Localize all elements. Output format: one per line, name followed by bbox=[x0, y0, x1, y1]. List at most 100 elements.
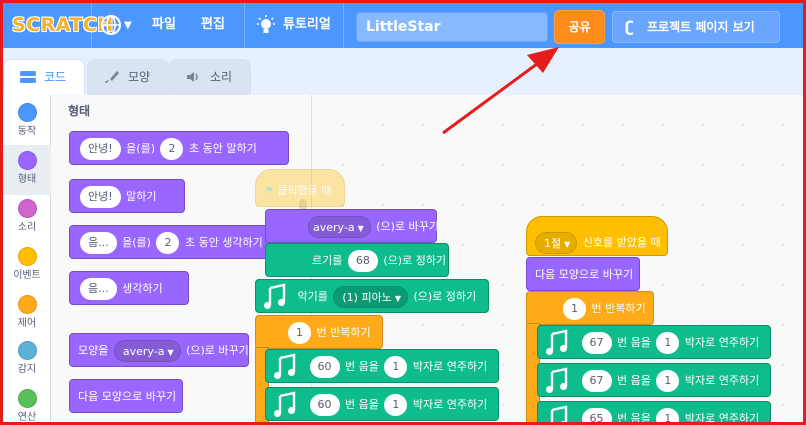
think-text-input[interactable]: 음... bbox=[80, 232, 117, 254]
play-note-block[interactable]: 60 번 음을 1 박자로 연주하기 bbox=[265, 387, 499, 421]
share-button[interactable]: 공유 bbox=[555, 11, 604, 43]
secs-input[interactable]: 2 bbox=[156, 232, 180, 254]
category-operators[interactable]: 연산 bbox=[3, 383, 51, 423]
tutorials-menu[interactable]: 튜토리얼 bbox=[283, 16, 331, 34]
beats-input[interactable]: 1 bbox=[384, 394, 408, 416]
repeat-count-input[interactable]: 1 bbox=[288, 322, 311, 344]
beats-input[interactable]: 1 bbox=[656, 332, 680, 354]
category-control[interactable]: 제어 bbox=[3, 289, 51, 339]
block-text: 신호를 받았을 때 bbox=[582, 236, 661, 249]
chevron-down-icon: ▼ bbox=[167, 348, 174, 357]
beats-input[interactable]: 1 bbox=[656, 408, 680, 422]
costume-dropdown-value: avery-a bbox=[313, 221, 355, 234]
palette-section-title: 형태 bbox=[68, 104, 91, 118]
say-for-secs-block[interactable]: 안녕! 을(를) 2 초 동안 말하기 bbox=[69, 131, 289, 165]
tempo-input[interactable]: 68 bbox=[347, 250, 378, 272]
play-note-block[interactable]: 65 번 음을 1 박자로 연주하기 bbox=[537, 401, 771, 425]
tab-costumes-label: 모양 bbox=[128, 70, 151, 84]
when-broadcast-received-block[interactable]: 1절 ▼ 신호를 받았을 때 bbox=[526, 216, 668, 256]
category-label: 연산 bbox=[17, 412, 37, 423]
scratch-logo[interactable]: SCRATCH bbox=[12, 13, 114, 37]
think-for-secs-block[interactable]: 음... 을(를) 2 초 동안 생각하기 bbox=[69, 225, 291, 259]
project-title-input[interactable]: LittleStar bbox=[356, 12, 548, 42]
think-block[interactable]: 음... 생각하기 bbox=[69, 271, 189, 305]
block-text: (으)로 정하기 bbox=[383, 254, 447, 267]
beats-input[interactable]: 1 bbox=[656, 370, 680, 392]
block-text: 악기를 bbox=[297, 290, 328, 303]
tab-costumes[interactable]: 모양 bbox=[87, 59, 169, 95]
say-text-input[interactable]: 안녕! bbox=[80, 138, 121, 160]
note-input[interactable]: 67 bbox=[581, 332, 612, 354]
block-text: 모양을 bbox=[78, 344, 109, 357]
category-label: 소리 bbox=[17, 222, 37, 233]
note-input[interactable]: 67 bbox=[581, 370, 612, 392]
category-label: 형태 bbox=[17, 174, 37, 185]
switch-costume-block[interactable]: 모양을 avery-a ▼ (으)로 바꾸기 bbox=[69, 333, 249, 367]
block-text: 클릭했을 때 bbox=[277, 184, 332, 197]
when-flag-clicked-block[interactable]: ⚑ 클릭했을 때 bbox=[255, 169, 345, 207]
chevron-down-icon: ▼ bbox=[357, 224, 364, 233]
chevron-down-icon: ▼ bbox=[124, 20, 132, 31]
think-text-input[interactable]: 음... bbox=[80, 278, 117, 300]
file-menu[interactable]: 파일 bbox=[152, 16, 176, 34]
category-events[interactable]: 이벤트 bbox=[3, 241, 51, 291]
switch-costume-block[interactable]: avery-a ▼ (으)로 바꾸기 bbox=[265, 209, 439, 243]
tab-code[interactable]: 코드 bbox=[3, 59, 85, 96]
play-note-block[interactable]: 67 번 음을 1 박자로 연주하기 bbox=[537, 363, 771, 397]
block-text: 박자로 연주하기 bbox=[684, 374, 760, 387]
block-text: (으)로 바꾸기 bbox=[376, 220, 439, 233]
beats-input[interactable]: 1 bbox=[384, 356, 408, 378]
language-menu[interactable]: ▼ bbox=[100, 14, 138, 38]
block-text: 을(를) bbox=[122, 236, 151, 249]
say-text-input[interactable]: 안녕! bbox=[80, 186, 121, 208]
block-text: 박자로 연주하기 bbox=[684, 336, 760, 349]
scratch-editor-window: SCRATCH ▼ 파일 편집 튜토리얼 LittleStar 공유 ʗ 프로젝… bbox=[0, 0, 806, 425]
block-text: 생각하기 bbox=[122, 282, 163, 295]
tab-code-label: 코드 bbox=[44, 70, 67, 84]
repeat-block[interactable]: 1 번 반복하기 bbox=[526, 291, 654, 325]
repeat-block[interactable]: 1 번 반복하기 bbox=[255, 315, 383, 349]
note-input[interactable]: 60 bbox=[309, 356, 340, 378]
see-project-page-button[interactable]: ʗ 프로젝트 페이지 보기 bbox=[612, 11, 780, 43]
category-color-dot bbox=[18, 199, 37, 218]
costume-dropdown[interactable]: avery-a ▼ bbox=[113, 340, 181, 362]
menu-divider bbox=[91, 3, 92, 48]
block-text: 번 음을 bbox=[617, 336, 651, 349]
category-label: 감지 bbox=[17, 364, 37, 375]
say-block[interactable]: 안녕! 말하기 bbox=[69, 179, 185, 213]
block-text: 번 음을 bbox=[617, 374, 651, 387]
category-label: 제어 bbox=[17, 318, 37, 329]
costume-dropdown[interactable]: avery-a ▼ bbox=[308, 216, 371, 238]
category-looks[interactable]: 형태 bbox=[3, 145, 51, 195]
broadcast-dropdown[interactable]: 1절 ▼ bbox=[535, 232, 578, 254]
instrument-dropdown[interactable]: (1) 피아노 ▼ bbox=[333, 286, 408, 308]
block-text: 번 음을 bbox=[345, 360, 379, 373]
note-input[interactable]: 60 bbox=[309, 394, 340, 416]
next-costume-block[interactable]: 다음 모양으로 바꾸기 bbox=[69, 379, 183, 413]
play-note-block[interactable]: 60 번 음을 1 박자로 연주하기 bbox=[265, 349, 499, 383]
instrument-dropdown-value: (1) 피아노 bbox=[342, 291, 392, 304]
category-color-dot bbox=[18, 247, 37, 266]
repeat-count-input[interactable]: 1 bbox=[563, 298, 586, 320]
category-sound[interactable]: 소리 bbox=[3, 193, 51, 243]
block-text: 박자로 연주하기 bbox=[412, 360, 488, 373]
block-text: 말하기 bbox=[126, 190, 157, 203]
block-text: 번 음을 bbox=[617, 412, 651, 425]
code-icon bbox=[20, 71, 36, 83]
tab-sounds[interactable]: 소리 bbox=[169, 59, 251, 95]
block-text: 르기를 bbox=[312, 254, 343, 267]
edit-menu[interactable]: 편집 bbox=[201, 16, 225, 34]
category-sensing[interactable]: 감지 bbox=[3, 335, 51, 385]
category-motion[interactable]: 동작 bbox=[3, 97, 51, 147]
category-label: 동작 bbox=[17, 126, 37, 137]
note-input[interactable]: 65 bbox=[581, 408, 612, 422]
set-instrument-block[interactable]: 악기를 (1) 피아노 ▼ (으)로 정하기 bbox=[255, 279, 489, 313]
secs-input[interactable]: 2 bbox=[160, 138, 184, 160]
next-costume-block[interactable]: 다음 모양으로 바꾸기 bbox=[526, 257, 640, 291]
costume-dropdown-value: avery-a bbox=[122, 345, 165, 358]
block-text: 초 동안 생각하기 bbox=[184, 236, 263, 249]
music-note-icon bbox=[264, 283, 286, 309]
play-note-block[interactable]: 67 번 음을 1 박자로 연주하기 bbox=[537, 325, 771, 359]
music-note-icon bbox=[274, 391, 296, 417]
set-tempo-block[interactable]: 르기를 68 (으)로 정하기 bbox=[265, 243, 449, 277]
